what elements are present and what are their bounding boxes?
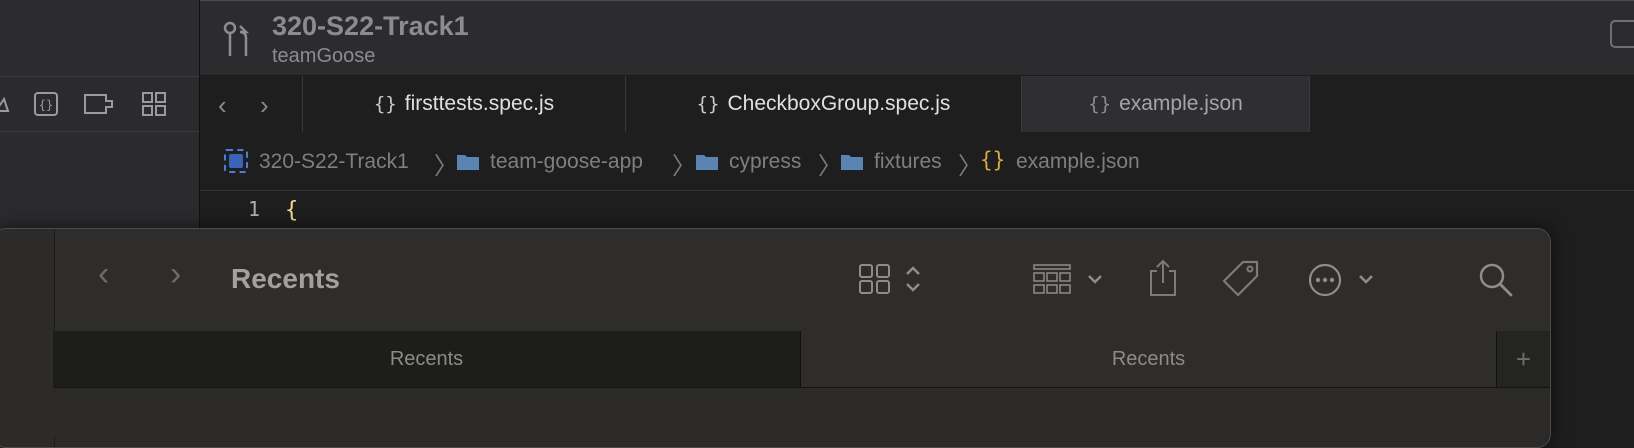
finder-tab-recents-2[interactable]: Recents [801,331,1497,387]
line-number: 1 [248,197,261,221]
project-title: 320-S22-Track1 [272,11,469,41]
breadcrumb-project[interactable]: 320-S22-Track1 [259,150,409,174]
json-brace-icon: {} [696,93,720,115]
project-subtitle: teamGoose [272,45,376,67]
editor-nav-arrows: ‹ › [200,76,303,132]
tab-firsttests-spec[interactable]: {} firsttests.spec.js [303,76,626,132]
chevron-down-icon[interactable] [1357,272,1375,286]
finder-title: Recents [231,263,340,294]
forward-arrow-icon[interactable]: › [260,90,269,121]
share-icon[interactable] [1146,257,1180,297]
folder-icon [457,155,479,170]
breadcrumb-cypress[interactable]: cypress [729,150,801,174]
breadcrumb-fixtures[interactable]: fixtures [874,150,942,174]
breakpoint-icon[interactable] [82,91,118,117]
chevron-right-icon: 〉 [958,153,982,180]
tab-label: Recents [1111,347,1186,370]
tab-checkboxgroup-spec[interactable]: {} CheckboxGroup.spec.js [626,76,1022,132]
breadcrumb-example-json[interactable]: example.json [1016,150,1140,174]
icon-view-icon[interactable] [858,263,892,295]
more-options-icon[interactable] [1307,262,1343,298]
tab-label: firsttests.spec.js [404,92,555,115]
tab-label: example.json [1119,92,1243,115]
tab-label: CheckboxGroup.spec.js [727,92,951,115]
group-icon[interactable] [1033,263,1071,295]
branch-icon [222,20,258,60]
chevron-right-icon: 〉 [434,153,458,180]
chevron-right-icon: 〉 [818,153,842,180]
add-tab-button[interactable]: + [1497,331,1550,387]
back-arrow-icon[interactable]: ‹ [218,90,227,121]
search-icon[interactable] [1478,262,1514,298]
tag-icon[interactable] [1221,259,1261,299]
json-file-icon: {} [980,148,1006,172]
plus-icon: + [1515,343,1532,374]
ide-navigator-toolbar: {} [0,77,199,132]
code-line[interactable]: { [285,198,298,223]
finder-tab-recents-1[interactable]: Recents [53,331,801,387]
finder-back-icon[interactable]: ‹ [98,255,109,294]
project-icon [224,149,248,173]
grid-icon[interactable] [140,91,168,117]
warning-icon[interactable] [0,95,10,121]
breadcrumb-team-goose-app[interactable]: team-goose-app [490,150,643,174]
finder-sidebar [0,229,55,447]
finder-content [53,388,1550,436]
tab-label: Recents [389,347,464,370]
tab-example-json[interactable]: {} example.json [1022,76,1310,132]
folder-icon [696,155,718,170]
updown-chevron-icon[interactable] [904,263,922,295]
ide-navigator-header [0,0,199,77]
window-button[interactable] [1610,20,1634,48]
json-brace-icon: {} [1088,93,1112,115]
chevron-right-icon: 〉 [672,153,696,180]
folder-icon [841,155,863,170]
chevron-down-icon[interactable] [1086,272,1104,286]
svg-text:{}: {} [39,98,53,112]
finder-forward-icon[interactable]: › [170,255,181,294]
json-icon[interactable]: {} [32,91,60,117]
json-brace-icon: {} [373,93,397,115]
